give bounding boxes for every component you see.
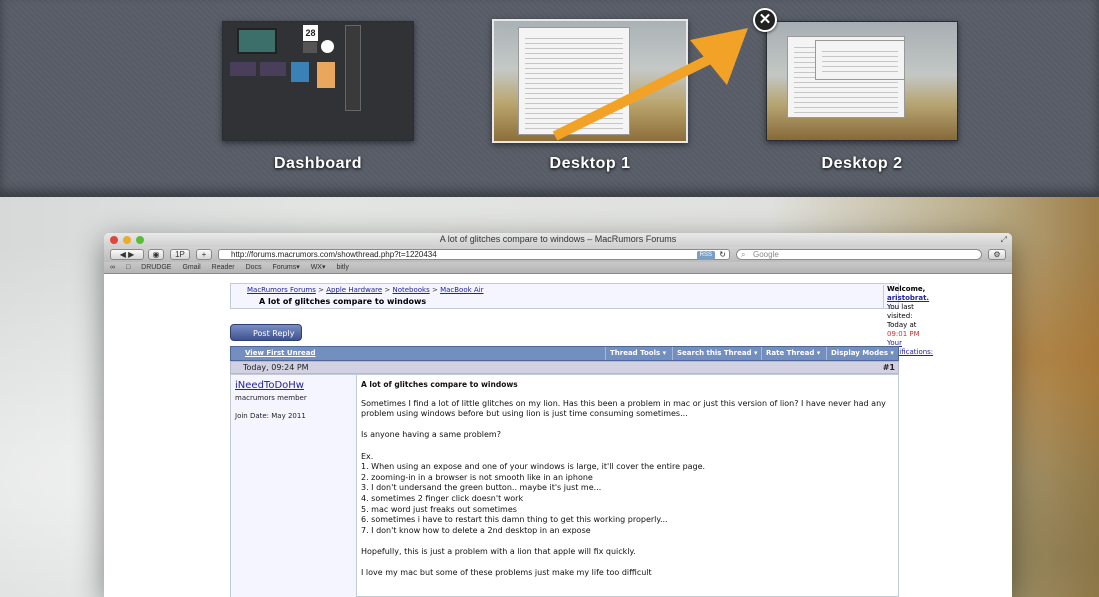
breadcrumb-separator: > (382, 286, 393, 294)
close-space-icon[interactable]: ✕ (753, 8, 777, 32)
welcome-user-link[interactable]: aristobrat. (887, 294, 929, 302)
title-bar[interactable]: A lot of glitches compare to windows – M… (104, 233, 1012, 247)
post-title: A lot of glitches compare to windows (361, 380, 518, 389)
post-date: Today, 09:24 PM (243, 363, 309, 372)
spaces-bar: 28 Dashboard Desktop 1 Desktop 2 ✕ (0, 0, 1099, 197)
author-username-link[interactable]: iNeedToDoHw (235, 380, 304, 391)
widget-tile (260, 62, 286, 76)
welcome-text: Welcome, (887, 285, 926, 293)
bookmark-gmail[interactable]: Gmail (182, 264, 200, 271)
breadcrumb-link[interactable]: MacRumors Forums (247, 286, 316, 294)
mini-window (518, 27, 630, 135)
space-label-desktop-2: Desktop 2 (821, 155, 903, 172)
last-visited: You last visited: Today at (887, 303, 917, 329)
breadcrumb: MacRumors Forums > Apple Hardware > Note… (230, 283, 933, 365)
bookmarks-bar: ∞ □ DRUDGE Gmail Reader Docs Forums▾ WX▾… (104, 262, 1012, 274)
share-icon[interactable]: ◉ (148, 249, 164, 260)
post-paragraph: Is anyone having a same problem? (361, 430, 501, 440)
desktop-2-thumbnail[interactable] (766, 21, 958, 141)
breadcrumb-link[interactable]: Notebooks (392, 286, 429, 294)
post-paragraph: Hopefully, this is just a problem with a… (361, 546, 636, 556)
space-label-desktop-1: Desktop 1 (549, 155, 631, 172)
reading-list-icon[interactable]: ∞ (110, 264, 115, 271)
dashboard-thumbnail[interactable]: 28 (222, 21, 414, 141)
desktop-1-thumbnail[interactable] (492, 19, 688, 143)
rss-badge[interactable]: RSS (696, 251, 715, 260)
breadcrumb-link[interactable]: Apple Hardware (326, 286, 382, 294)
post-date-row: Today, 09:24 PM #1 (230, 361, 899, 374)
breadcrumb-separator: > (429, 286, 441, 294)
search-input[interactable]: ⌕ Google (736, 249, 982, 260)
thread-tools-menu[interactable]: Thread Tools ▾ (605, 347, 670, 360)
bookmarks-icon[interactable]: □ (126, 264, 130, 271)
search-icon: ⌕ (741, 250, 746, 259)
post-message: A lot of glitches compare to windows Som… (361, 380, 896, 589)
bookmark-forums[interactable]: Forums▾ (273, 264, 300, 271)
breadcrumb-link[interactable]: MacBook Air (440, 286, 483, 294)
thread-tools-bar: View First Unread Thread Tools ▾ Search … (230, 346, 899, 361)
search-placeholder: Google (753, 250, 779, 259)
post-paragraph: Sometimes I find a lot of little glitche… (361, 398, 886, 419)
password-manager-icon[interactable]: 1P (170, 249, 190, 260)
fullscreen-icon[interactable]: ⤢ (1001, 235, 1007, 245)
browser-window: A lot of glitches compare to windows – M… (104, 233, 1012, 597)
author-join-date: Join Date: May 2011 (235, 412, 306, 420)
page-title: A lot of glitches compare to windows (259, 297, 427, 306)
widget-tile (291, 62, 309, 82)
post-author-panel: iNeedToDoHw macrumors member Join Date: … (231, 375, 357, 597)
post-paragraph: Ex. 1. When using an expose and one of y… (361, 451, 706, 535)
bookmark-drudge[interactable]: DRUDGE (141, 264, 171, 271)
search-thread-menu[interactable]: Search this Thread ▾ (672, 347, 762, 360)
sidebar-widget (345, 25, 361, 111)
widget-tile (230, 62, 256, 76)
reload-icon[interactable]: ↻ (719, 250, 726, 259)
post-paragraph: I love my mac but some of these problems… (361, 568, 652, 578)
author-title: macrumors member (235, 394, 307, 402)
display-modes-menu[interactable]: Display Modes ▾ (826, 347, 898, 360)
widget-tile (303, 42, 317, 53)
bookmark-wx[interactable]: WX▾ (311, 264, 326, 271)
view-first-unread-link[interactable]: View First Unread (245, 347, 316, 360)
post-reply-button[interactable]: Post Reply (230, 324, 302, 341)
address-bar[interactable]: http://forums.macrumors.com/showthread.p… (218, 249, 730, 260)
url-text: http://forums.macrumors.com/showthread.p… (231, 250, 437, 259)
welcome-panel: Welcome, aristobrat. You last visited: T… (883, 285, 933, 365)
weather-widget (237, 28, 277, 54)
calendar-widget: 28 (303, 25, 318, 41)
post-number-link[interactable]: #1 (883, 362, 895, 374)
browser-toolbar: ◀ ▶ ◉ 1P + http://forums.macrumors.com/s… (104, 247, 1012, 262)
window-title: A lot of glitches compare to windows – M… (439, 234, 677, 244)
breadcrumb-separator: > (315, 286, 327, 294)
space-label-dashboard: Dashboard (273, 155, 363, 172)
mini-dialog (815, 40, 905, 80)
post: iNeedToDoHw macrumors member Join Date: … (230, 374, 899, 597)
last-visited-time: 09:01 PM (887, 330, 920, 338)
add-bookmark-icon[interactable]: + (196, 249, 212, 260)
bookmark-bitly[interactable]: bitly (336, 264, 348, 271)
calculator-widget (317, 62, 335, 88)
bookmark-reader[interactable]: Reader (212, 264, 235, 271)
breadcrumb-links: MacRumors Forums > Apple Hardware > Note… (247, 286, 484, 294)
back-forward-buttons[interactable]: ◀ ▶ (110, 249, 144, 260)
page-content: MacRumors Forums > Apple Hardware > Note… (104, 274, 1012, 597)
bookmark-docs[interactable]: Docs (246, 264, 262, 271)
rate-thread-menu[interactable]: Rate Thread ▾ (761, 347, 824, 360)
clock-widget (321, 40, 334, 53)
settings-gear-icon[interactable]: ⚙ (988, 249, 1006, 260)
